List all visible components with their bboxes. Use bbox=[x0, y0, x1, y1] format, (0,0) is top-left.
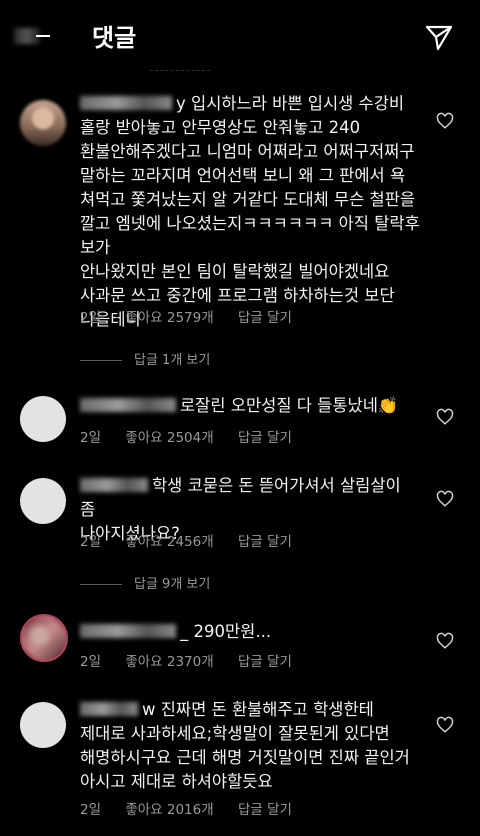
like-count[interactable]: 좋아요 2456개 bbox=[125, 534, 213, 550]
paper-plane-icon[interactable] bbox=[424, 22, 454, 52]
username-blurred[interactable] bbox=[80, 96, 172, 110]
divider bbox=[150, 70, 210, 71]
heart-icon[interactable] bbox=[436, 408, 454, 426]
view-replies-button[interactable]: 답글 9개 보기 bbox=[80, 573, 210, 592]
username-blurred[interactable] bbox=[80, 478, 148, 492]
comment-meta: 2일 좋아요 2016개 답글 달기 bbox=[80, 798, 312, 818]
view-replies-button[interactable]: 답글 1개 보기 bbox=[80, 349, 210, 368]
avatar[interactable] bbox=[20, 100, 66, 146]
comment-time: 2일 bbox=[80, 802, 102, 818]
comment-meta: 2일 좋아요 2456개 답글 달기 bbox=[80, 530, 312, 550]
like-count[interactable]: 좋아요 2016개 bbox=[125, 802, 213, 818]
comment-meta: 2일 좋아요 2579개 답글 달기 bbox=[80, 306, 312, 326]
comment-meta: 2일 좋아요 2504개 답글 달기 bbox=[80, 426, 312, 446]
username-blurred[interactable] bbox=[80, 702, 138, 716]
heart-icon[interactable] bbox=[436, 490, 454, 508]
comment-time: 2일 bbox=[80, 430, 102, 446]
comment-text: w 진짜면 돈 환불해주고 학생한테 제대로 사과하세요;학생말이 잘못된게 있… bbox=[80, 698, 420, 794]
like-count[interactable]: 좋아요 2579개 bbox=[125, 310, 213, 326]
comment-meta: 2일 좋아요 2370개 답글 달기 bbox=[80, 650, 312, 670]
username-blurred[interactable] bbox=[80, 398, 176, 412]
heart-icon[interactable] bbox=[436, 632, 454, 650]
back-button[interactable] bbox=[14, 22, 54, 50]
comment-body: y 입시하느라 바쁜 입시생 수강비 홀랑 받아놓고 안무영상도 안줘놓고 24… bbox=[80, 94, 420, 329]
page-title: 댓글 bbox=[92, 24, 137, 52]
header-bar: 댓글 bbox=[0, 0, 480, 70]
heart-icon[interactable] bbox=[436, 716, 454, 734]
view-replies-label: 답글 1개 보기 bbox=[134, 353, 211, 368]
avatar[interactable] bbox=[20, 478, 66, 524]
username-blurred[interactable] bbox=[80, 624, 176, 638]
comment-text: y 입시하느라 바쁜 입시생 수강비 홀랑 받아놓고 안무영상도 안줘놓고 24… bbox=[80, 92, 420, 332]
like-count[interactable]: 좋아요 2370개 bbox=[125, 654, 213, 670]
comment-time: 2일 bbox=[80, 534, 102, 550]
reply-button[interactable]: 답글 달기 bbox=[238, 654, 292, 670]
heart-icon[interactable] bbox=[436, 112, 454, 130]
back-arrow-stem bbox=[36, 35, 50, 37]
reply-button[interactable]: 답글 달기 bbox=[238, 310, 292, 326]
comment-body: _ 290만원... bbox=[180, 622, 272, 641]
comment-body: 로잘린 오만성질 다 들통났네👏 bbox=[180, 396, 399, 415]
divider bbox=[80, 584, 122, 585]
reply-button[interactable]: 답글 달기 bbox=[238, 430, 292, 446]
comment-time: 2일 bbox=[80, 310, 102, 326]
comment-text: _ 290만원... bbox=[80, 620, 420, 644]
comment-time: 2일 bbox=[80, 654, 102, 670]
reply-button[interactable]: 답글 달기 bbox=[238, 534, 292, 550]
reply-button[interactable]: 답글 달기 bbox=[238, 802, 292, 818]
view-replies-label: 답글 9개 보기 bbox=[134, 577, 211, 592]
like-count[interactable]: 좋아요 2504개 bbox=[125, 430, 213, 446]
avatar[interactable] bbox=[20, 396, 66, 442]
avatar[interactable] bbox=[20, 702, 66, 748]
comment-text: 로잘린 오만성질 다 들통났네👏 bbox=[80, 394, 420, 418]
divider bbox=[80, 360, 122, 361]
avatar[interactable] bbox=[20, 614, 68, 662]
